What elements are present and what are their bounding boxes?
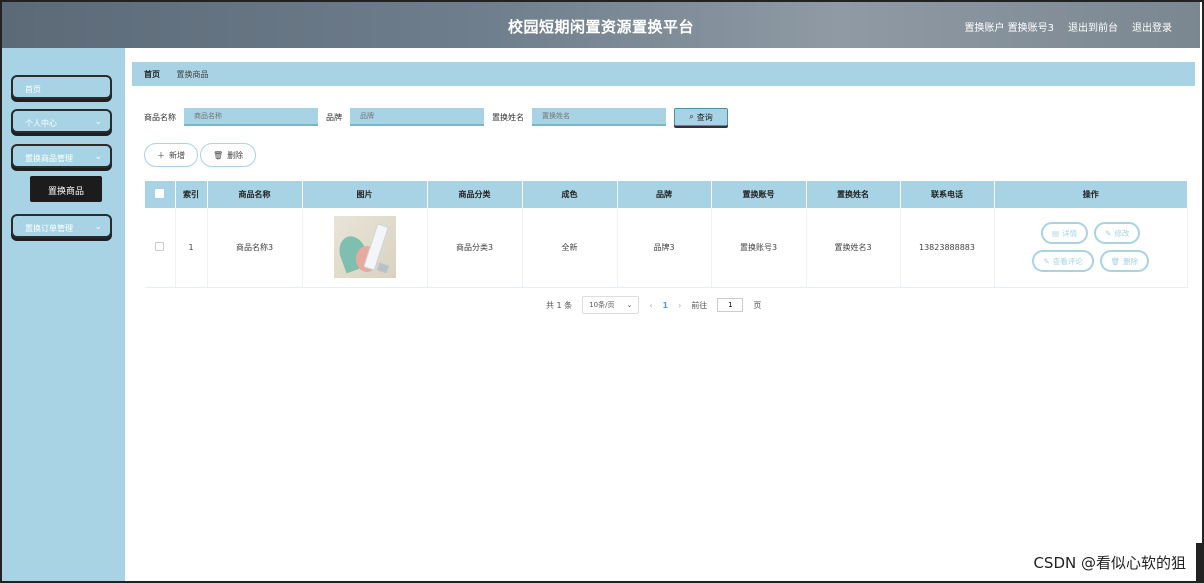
batch-delete-button[interactable]: 🗑 删除	[200, 143, 257, 167]
pagination: 共 1 条 10条/页 ⌄ ‹ 1 › 前往 页	[546, 296, 761, 314]
cell-condition: 全新	[522, 208, 618, 288]
column-header: 置换姓名	[806, 181, 901, 208]
app-frame	[0, 0, 1204, 583]
sidebar-item-home[interactable]: 首页	[11, 75, 112, 99]
cell-account: 置换账号3	[711, 208, 807, 288]
edit-button[interactable]: ✎ 修改	[1094, 222, 1141, 245]
back-to-front-link[interactable]: 退出到前台	[1068, 19, 1118, 34]
sidebar-item-label: 置换商品管理	[25, 154, 73, 163]
toolbar: ＋ 新增 🗑 删除	[144, 143, 257, 167]
cell-index: 1	[175, 208, 208, 288]
cell-operations: ▤ 详情 ✎ 修改 ✎ 查看评论 🗑 删除	[994, 208, 1188, 288]
column-header: 索引	[175, 181, 208, 208]
column-header: 联系电话	[900, 181, 995, 208]
document-icon: ▤	[1052, 228, 1060, 238]
add-button[interactable]: ＋ 新增	[144, 143, 198, 167]
select-all-cell	[145, 181, 176, 208]
goods-table: 索引 商品名称 图片 商品分类 成色 品牌 置换账号 置换姓名 联系电话 操作 …	[145, 181, 1188, 288]
page-size-value: 10条/页	[589, 301, 615, 309]
page-number[interactable]: 1	[663, 301, 669, 310]
column-header: 商品分类	[427, 181, 523, 208]
trash-icon: 🗑	[1110, 256, 1121, 266]
sidebar-item-goods-manage[interactable]: 置换商品管理 ⌄	[11, 144, 112, 168]
pencil-icon: ✎	[1105, 228, 1112, 238]
goto-label: 前往	[691, 300, 708, 310]
row-checkbox[interactable]	[155, 241, 165, 251]
search-icon: ⌕	[689, 112, 694, 121]
sidebar-item-label: 首页	[25, 85, 41, 94]
goods-thumbnail[interactable]	[333, 216, 396, 279]
detail-button[interactable]: ▤ 详情	[1041, 222, 1089, 245]
add-button-label: 新增	[169, 150, 185, 160]
view-reviews-button[interactable]: ✎ 查看评论	[1032, 250, 1094, 273]
page-unit-label: 页	[753, 300, 762, 310]
cell-phone: 13823888883	[900, 208, 995, 288]
row-select-cell	[145, 208, 176, 288]
pager-total: 共 1 条	[546, 300, 573, 310]
watermark: CSDN @看似心软的狙	[1033, 554, 1186, 572]
breadcrumb: 首页 置换商品	[132, 62, 1195, 86]
sidebar-item-orders-manage[interactable]: 置换订单管理 ⌄	[11, 214, 112, 238]
sidebar-subitem-goods[interactable]: 置换商品	[30, 176, 102, 202]
row-delete-button[interactable]: 🗑 删除	[1099, 250, 1150, 273]
cell-goods-name: 商品名称3	[207, 208, 303, 288]
owner-name-input[interactable]	[532, 108, 666, 126]
scrollbar[interactable]	[1196, 543, 1202, 581]
query-button[interactable]: ⌕ 查询	[674, 108, 728, 126]
chevron-down-icon: ⌄	[626, 301, 633, 309]
query-button-label: 查询	[696, 112, 713, 122]
breadcrumb-current: 置换商品	[176, 70, 209, 79]
header-user-area: 置换账户 置换账号3 退出到前台 退出登录	[964, 19, 1172, 34]
edit-button-label: 修改	[1114, 228, 1130, 238]
plus-icon: ＋	[157, 150, 165, 160]
next-page-icon[interactable]: ›	[678, 301, 681, 310]
cell-image	[302, 208, 428, 288]
page-size-select[interactable]: 10条/页 ⌄	[582, 296, 640, 314]
sidebar-item-label: 置换订单管理	[25, 224, 73, 233]
account-label: 置换账户 置换账号3	[964, 23, 1054, 34]
column-header: 置换账号	[711, 181, 807, 208]
row-delete-button-label: 删除	[1123, 256, 1139, 266]
top-header: 校园短期闲置资源置换平台 置换账户 置换账号3 退出到前台 退出登录	[2, 2, 1200, 48]
owner-name-label: 置换姓名	[492, 112, 524, 122]
sidebar-item-profile[interactable]: 个人中心 ⌄	[11, 109, 112, 133]
pencil-icon: ✎	[1043, 256, 1050, 266]
column-header: 品牌	[617, 181, 712, 208]
view-reviews-button-label: 查看评论	[1052, 256, 1083, 266]
trash-icon: 🗑	[213, 150, 224, 160]
column-header: 成色	[522, 181, 618, 208]
logout-link[interactable]: 退出登录	[1132, 19, 1172, 34]
select-all-checkbox[interactable]	[155, 189, 165, 198]
cell-owner-name: 置换姓名3	[806, 208, 901, 288]
cell-brand: 品牌3	[617, 208, 712, 288]
column-header: 商品名称	[207, 181, 303, 208]
brand-label: 品牌	[326, 112, 342, 122]
table-header-row: 索引 商品名称 图片 商品分类 成色 品牌 置换账号 置换姓名 联系电话 操作	[145, 181, 1188, 208]
column-header: 操作	[994, 181, 1188, 208]
column-header: 图片	[302, 181, 428, 208]
prev-page-icon[interactable]: ‹	[649, 301, 652, 310]
delete-button-label: 删除	[227, 150, 244, 160]
detail-button-label: 详情	[1062, 228, 1078, 238]
search-form: 商品名称 品牌 置换姓名 ⌕ 查询	[144, 108, 728, 126]
breadcrumb-home[interactable]: 首页	[144, 70, 160, 79]
brand-input[interactable]	[350, 108, 484, 126]
goods-name-label: 商品名称	[144, 112, 176, 122]
chevron-down-icon: ⌄	[94, 117, 102, 127]
table-row: 1 商品名称3 商品分类3 全新 品牌3 置换账号3 置换姓名3 1382388…	[145, 208, 1188, 288]
goto-page-input[interactable]	[717, 298, 744, 312]
goods-name-input[interactable]	[184, 108, 318, 126]
cell-category: 商品分类3	[427, 208, 523, 288]
sidebar: 首页 个人中心 ⌄ 置换商品管理 ⌄ 置换商品 置换订单管理 ⌄	[2, 48, 125, 581]
chevron-down-icon: ⌄	[94, 152, 102, 162]
sidebar-item-label: 个人中心	[25, 119, 57, 128]
chevron-down-icon: ⌄	[94, 222, 102, 232]
